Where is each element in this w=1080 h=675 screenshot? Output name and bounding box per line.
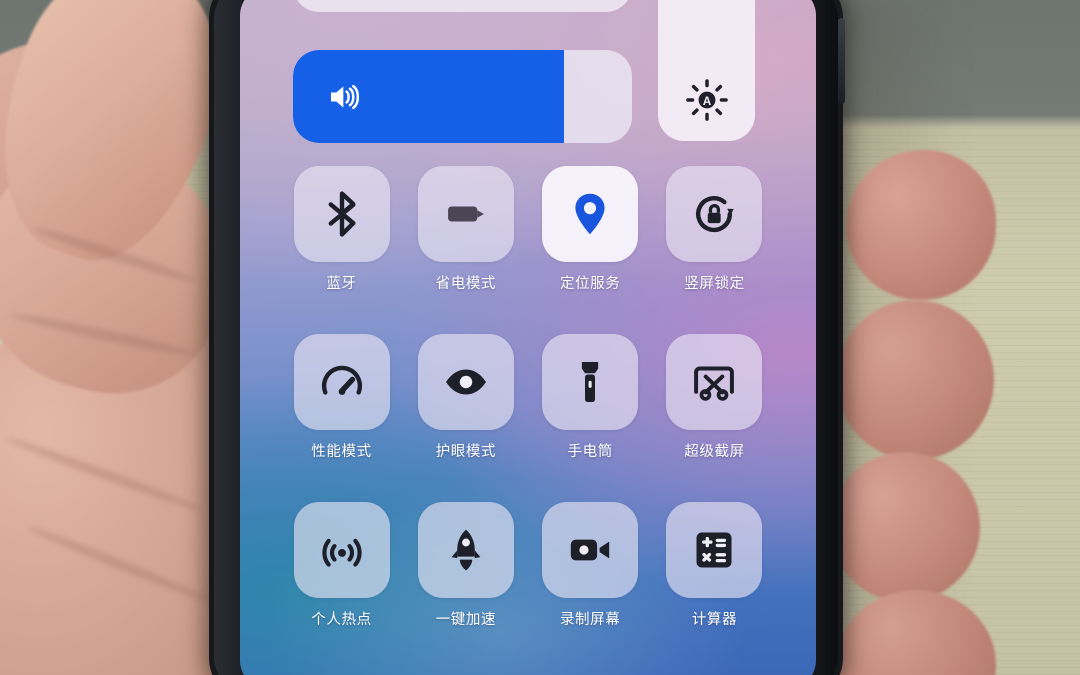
toggle-power-save[interactable]: 省电模式 (417, 166, 514, 293)
toggle-rotation-lock[interactable]: 竖屏锁定 (666, 166, 763, 293)
super-screenshot-icon (694, 366, 735, 401)
toggle-label: 个人热点 (311, 612, 372, 628)
toggle-label: 性能模式 (311, 444, 372, 460)
toggle-flashlight[interactable]: 手电筒 (542, 334, 639, 461)
toggle-tile[interactable] (417, 334, 514, 430)
toggle-super-screenshot[interactable]: 超级截屏 (666, 334, 763, 461)
toggle-tile[interactable] (417, 166, 514, 262)
performance-gauge-icon (321, 365, 362, 395)
flashlight-icon (582, 362, 599, 402)
toggle-grid: 蓝牙 省电模式 定位服务 竖屏锁定 性能模式 护眼模式 手电筒 超级截屏 个人热… (293, 166, 763, 670)
control-center: A 蓝牙 省电模式 定位服务 竖屏锁定 性能模式 护眼模式 手电筒 超级截屏 个… (240, 0, 816, 675)
toggle-row: 蓝牙 省电模式 定位服务 竖屏锁定 (293, 166, 763, 293)
screen-record-icon (570, 539, 610, 561)
eye-comfort-icon (445, 369, 486, 395)
toggle-tile[interactable] (293, 166, 390, 262)
fingertip-right-2 (836, 300, 994, 460)
toggle-label: 护眼模式 (435, 444, 497, 460)
fingertip-right-3 (830, 452, 980, 602)
battery-saver-icon (447, 206, 484, 222)
toggle-tile[interactable] (542, 502, 639, 598)
phone-screen: A 蓝牙 省电模式 定位服务 竖屏锁定 性能模式 护眼模式 手电筒 超级截屏 个… (240, 0, 816, 675)
fingertip-right-1 (846, 150, 996, 300)
toggle-hotspot[interactable]: 个人热点 (293, 502, 390, 629)
toggle-eye-comfort[interactable]: 护眼模式 (417, 334, 514, 461)
toggle-label: 超级截屏 (684, 444, 745, 460)
hotspot-icon (321, 538, 362, 567)
volume-hardware-button[interactable] (838, 18, 845, 104)
toggle-boost[interactable]: 一键加速 (417, 502, 514, 629)
screenshot-stage: A 蓝牙 省电模式 定位服务 竖屏锁定 性能模式 护眼模式 手电筒 超级截屏 个… (0, 0, 1080, 675)
connectivity-panel[interactable] (293, 0, 632, 12)
auto-brightness-icon: A (685, 78, 729, 122)
toggle-label: 省电模式 (435, 276, 497, 292)
bluetooth-icon (328, 191, 355, 237)
toggle-label: 竖屏锁定 (684, 276, 745, 292)
toggle-row: 个人热点 一键加速 录制屏幕 计算器 (293, 502, 763, 629)
rocket-boost-icon (451, 529, 481, 571)
location-pin-icon (575, 193, 605, 235)
toggle-tile[interactable] (417, 502, 514, 598)
toggle-label: 录制屏幕 (559, 612, 621, 628)
volume-slider[interactable] (293, 50, 632, 143)
toggle-label: 定位服务 (559, 276, 621, 292)
toggle-tile[interactable] (293, 334, 390, 430)
toggle-tile[interactable] (542, 166, 639, 262)
toggle-location[interactable]: 定位服务 (542, 166, 639, 293)
toggle-label: 蓝牙 (326, 276, 357, 292)
calculator-icon (696, 532, 732, 568)
toggle-tile[interactable] (666, 502, 763, 598)
toggle-tile[interactable] (666, 166, 763, 262)
toggle-tile[interactable] (542, 334, 639, 430)
toggle-label: 手电筒 (567, 444, 613, 460)
toggle-calculator[interactable]: 计算器 (666, 502, 763, 629)
toggle-performance[interactable]: 性能模式 (293, 334, 390, 461)
toggle-bluetooth[interactable]: 蓝牙 (293, 166, 390, 293)
speaker-volume-icon (324, 77, 364, 117)
toggle-label: 一键加速 (435, 612, 497, 628)
toggle-label: 计算器 (691, 612, 738, 628)
toggle-row: 性能模式 护眼模式 手电筒 超级截屏 (293, 334, 763, 461)
brightness-slider[interactable]: A (658, 0, 755, 141)
toggle-screen-record[interactable]: 录制屏幕 (542, 502, 639, 629)
svg-text:A: A (702, 95, 711, 108)
rotation-lock-icon (696, 196, 735, 232)
toggle-tile[interactable] (293, 502, 390, 598)
toggle-tile[interactable] (666, 334, 763, 430)
